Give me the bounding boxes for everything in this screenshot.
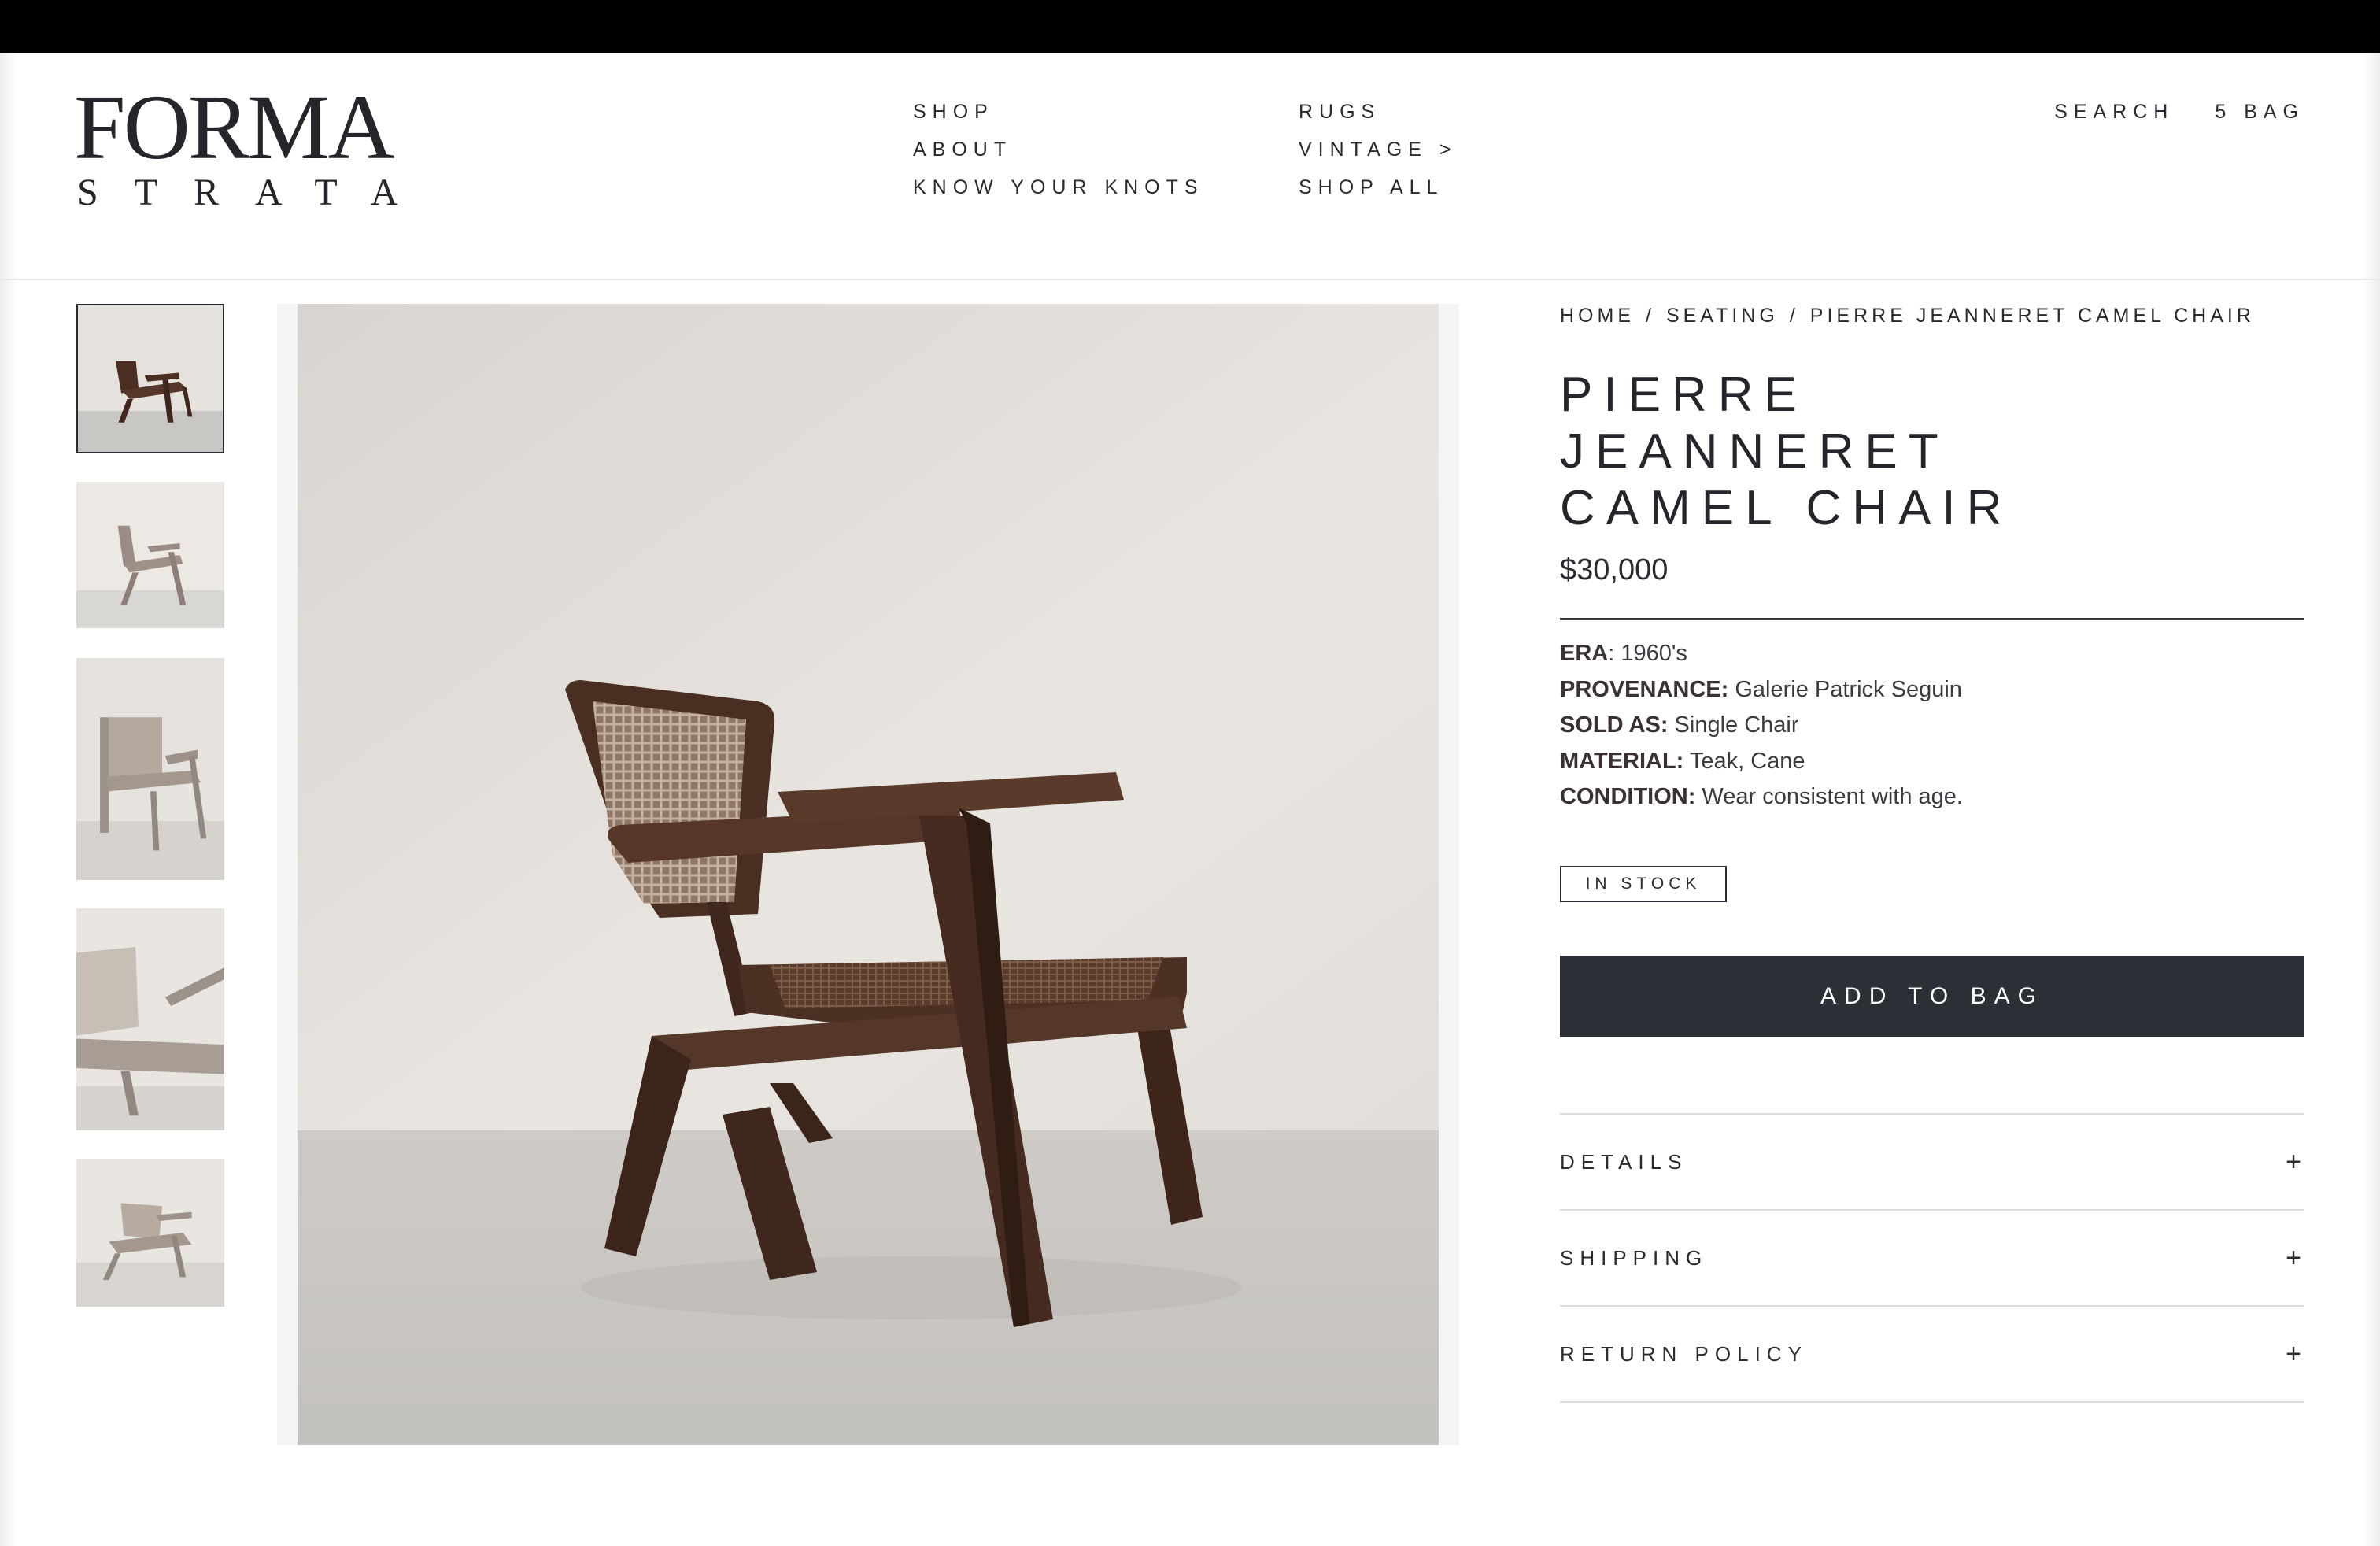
product-title-line-2: JEANNERET — [1560, 424, 1949, 479]
product-price: $30,000 — [1560, 553, 1669, 586]
nav-link-shop-all[interactable]: SHOP ALL — [1299, 176, 1443, 198]
accordion-return-policy-label: RETURN POLICY — [1560, 1341, 1808, 1366]
spec-value: Galerie Patrick Seguin — [1728, 676, 1962, 702]
product-title-line-1: PIERRE — [1560, 368, 1808, 422]
product-thumbnail-1[interactable] — [76, 304, 224, 453]
site-header: FORMA STRATA SHOP ABOUT KNOW YOUR KNOTS … — [0, 53, 2380, 280]
primary-nav-column-1: SHOP ABOUT KNOW YOUR KNOTS — [913, 100, 1204, 213]
product-accordion: DETAILS + SHIPPING + RETURN POLICY + — [1560, 1113, 2304, 1403]
plus-icon[interactable]: + — [2286, 1339, 2301, 1370]
plus-icon[interactable]: + — [2286, 1243, 2301, 1274]
stock-status-badge: IN STOCK — [1560, 866, 1727, 902]
spec-condition: CONDITION: Wear consistent with age. — [1560, 779, 1963, 816]
spec-label: ERA — [1560, 641, 1609, 666]
chair-detail-thumbnail-image — [76, 908, 224, 1130]
search-link[interactable]: SEARCH — [2054, 100, 2174, 124]
spec-material: MATERIAL: Teak, Cane — [1560, 744, 1963, 780]
accordion-details[interactable]: DETAILS + — [1560, 1115, 2304, 1211]
spec-value: Single Chair — [1668, 712, 1799, 738]
brand-logo-subwordmark: STRATA — [77, 172, 434, 213]
product-title-line-3: CAMEL CHAIR — [1560, 481, 2013, 535]
nav-link-know-your-knots[interactable]: KNOW YOUR KNOTS — [913, 176, 1204, 198]
product-thumbnail-5[interactable] — [76, 1159, 224, 1307]
product-title: PIERRE JEANNERET CAMEL CHAIR — [1560, 367, 2304, 537]
product-thumbnail-3[interactable] — [76, 658, 224, 880]
nav-link-rugs[interactable]: RUGS — [1299, 101, 1380, 123]
accordion-shipping-label: SHIPPING — [1560, 1245, 1709, 1270]
spec-value: Teak, Cane — [1683, 748, 1805, 774]
accordion-return-policy[interactable]: RETURN POLICY + — [1560, 1307, 2304, 1403]
breadcrumb: HOME / SEATING / PIERRE JEANNERET CAMEL CHAI… — [1560, 304, 2255, 327]
breadcrumb-current: PIERRE JEANNERET CAMEL CHAIR — [1809, 305, 2255, 327]
brand-logo[interactable]: FORMA STRATA — [74, 81, 420, 223]
spec-label: SOLD AS: — [1560, 712, 1669, 738]
add-to-bag-button[interactable]: ADD TO BAG — [1560, 956, 2304, 1037]
main-product-image[interactable] — [277, 304, 1459, 1445]
spec-provenance: PROVENANCE: Galerie Patrick Seguin — [1560, 672, 1963, 708]
spec-label: CONDITION: — [1560, 784, 1696, 809]
top-black-bar — [0, 0, 2380, 53]
utility-nav: SEARCH 5 BAG — [2054, 100, 2304, 124]
nav-link-vintage[interactable]: VINTAGE > — [1299, 139, 1457, 161]
brand-logo-wordmark: FORMA — [74, 76, 395, 179]
spec-sold-as: SOLD AS: Single Chair — [1560, 708, 1963, 744]
plus-icon[interactable]: + — [2286, 1147, 2301, 1178]
breadcrumb-home[interactable]: HOME — [1560, 305, 1635, 327]
chair-front-thumbnail-image — [76, 658, 224, 880]
product-specs: ERA: 1960's PROVENANCE: Galerie Patrick … — [1560, 636, 1963, 816]
chair-side-thumbnail-image — [76, 482, 224, 628]
accordion-details-label: DETAILS — [1560, 1149, 1688, 1174]
chair-front-angle-thumbnail-image — [78, 305, 223, 452]
bag-link[interactable]: 5 BAG — [2215, 100, 2304, 124]
nav-link-shop[interactable]: SHOP — [913, 101, 994, 123]
nav-link-about[interactable]: ABOUT — [913, 139, 1012, 161]
price-divider — [1560, 618, 2304, 620]
spec-value: Wear consistent with age. — [1695, 784, 1963, 809]
spec-value: 1960's — [1614, 641, 1687, 666]
breadcrumb-separator: / — [1646, 305, 1655, 327]
spec-era: ERA: 1960's — [1560, 636, 1963, 672]
product-thumbnail-4[interactable] — [76, 908, 224, 1130]
product-thumbnail-2[interactable] — [76, 482, 224, 628]
spec-label: MATERIAL: — [1560, 748, 1684, 774]
primary-nav-column-2: RUGS VINTAGE > SHOP ALL — [1299, 100, 1457, 213]
spec-label: PROVENANCE: — [1560, 676, 1729, 702]
accordion-shipping[interactable]: SHIPPING + — [1560, 1211, 2304, 1307]
breadcrumb-seating[interactable]: SEATING — [1666, 305, 1779, 327]
chair-angle-thumbnail-image — [76, 1159, 224, 1307]
breadcrumb-separator: / — [1789, 305, 1799, 327]
camel-chair-photo — [298, 304, 1439, 1445]
